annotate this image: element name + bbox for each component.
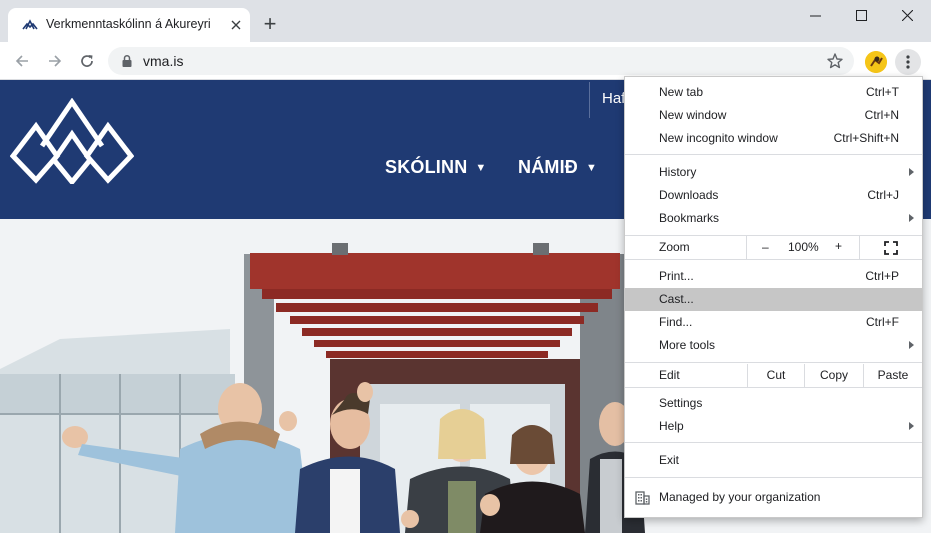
close-icon[interactable] xyxy=(228,17,244,33)
copy-button[interactable]: Copy xyxy=(804,364,863,387)
menu-incognito-label: New incognito window xyxy=(659,131,778,145)
chrome-menu: New tab Ctrl+T New window Ctrl+N New inc… xyxy=(624,76,923,518)
lock-icon[interactable] xyxy=(120,54,134,68)
menu-separator xyxy=(625,362,922,363)
nav-skolinn[interactable]: SKÓLINN ▼ xyxy=(385,157,487,178)
menu-new-tab-label: New tab xyxy=(659,85,704,99)
menu-print-shortcut: Ctrl+P xyxy=(865,269,899,283)
reload-icon[interactable] xyxy=(76,50,98,72)
menu-new-window-label: New window xyxy=(659,108,727,122)
menu-more-tools[interactable]: More tools xyxy=(625,334,922,357)
submenu-arrow-icon xyxy=(909,168,914,176)
minimize-icon[interactable] xyxy=(792,0,838,30)
menu-more-tools-label: More tools xyxy=(659,338,716,352)
extension-icon[interactable] xyxy=(865,51,887,73)
favicon-icon xyxy=(22,19,38,30)
fullscreen-button[interactable] xyxy=(859,236,922,259)
menu-managed-by-organization[interactable]: Managed by your organization xyxy=(625,486,922,509)
nav-namid[interactable]: NÁMIÐ ▼ xyxy=(518,157,597,178)
menu-print-label: Print... xyxy=(659,269,694,283)
menu-separator xyxy=(625,259,922,260)
browser-window: Verkmenntaskólinn á Akureyri + vma.is Ha… xyxy=(0,0,931,533)
zoom-out-button[interactable]: – xyxy=(762,240,769,254)
url-text: vma.is xyxy=(143,53,184,69)
menu-find-shortcut: Ctrl+F xyxy=(866,315,899,329)
menu-new-tab[interactable]: New tab Ctrl+T xyxy=(625,81,922,104)
menu-separator xyxy=(625,477,922,478)
menu-separator xyxy=(625,442,922,443)
back-icon[interactable] xyxy=(11,50,33,72)
menu-zoom-label: Zoom xyxy=(659,240,690,254)
menu-history-label: History xyxy=(659,165,697,179)
caret-down-icon: ▼ xyxy=(586,162,598,174)
building-icon xyxy=(635,491,650,505)
menu-settings-label: Settings xyxy=(659,396,703,410)
menu-downloads-label: Downloads xyxy=(659,188,719,202)
tab-strip: Verkmenntaskólinn á Akureyri + xyxy=(0,0,931,42)
nav-skolinn-label: SKÓLINN xyxy=(385,157,468,177)
vma-logo[interactable] xyxy=(10,98,134,184)
submenu-arrow-icon xyxy=(909,422,914,430)
menu-incognito-shortcut: Ctrl+Shift+N xyxy=(833,131,899,145)
menu-bookmarks-label: Bookmarks xyxy=(659,211,720,225)
fullscreen-icon xyxy=(884,241,898,255)
paste-button[interactable]: Paste xyxy=(863,364,922,387)
zoom-in-button[interactable]: + xyxy=(835,239,842,253)
cut-button[interactable]: Cut xyxy=(747,364,804,387)
menu-cast[interactable]: Cast... xyxy=(625,288,922,311)
menu-find[interactable]: Find... Ctrl+F xyxy=(625,311,922,334)
zoom-value: 100% xyxy=(788,240,819,254)
tab-title: Verkmenntaskólinn á Akureyri xyxy=(46,17,211,31)
menu-edit-label: Edit xyxy=(659,368,680,382)
menu-edit-row: Edit Cut Copy Paste xyxy=(625,364,922,387)
forward-icon[interactable] xyxy=(44,50,66,72)
menu-exit[interactable]: Exit xyxy=(625,449,922,472)
caret-down-icon: ▼ xyxy=(475,162,487,174)
star-icon[interactable] xyxy=(826,52,844,70)
tab-vma[interactable]: Verkmenntaskólinn á Akureyri xyxy=(8,8,250,42)
menu-new-window[interactable]: New window Ctrl+N xyxy=(625,104,922,127)
menu-exit-label: Exit xyxy=(659,453,680,467)
header-divider xyxy=(589,82,590,118)
maximize-icon[interactable] xyxy=(838,0,884,30)
menu-managed-label: Managed by your organization xyxy=(659,490,821,504)
menu-separator xyxy=(625,154,922,155)
kebab-menu-icon[interactable] xyxy=(895,49,921,75)
window-close-icon[interactable] xyxy=(884,0,930,30)
menu-settings[interactable]: Settings xyxy=(625,392,922,415)
menu-bookmarks[interactable]: Bookmarks xyxy=(625,207,922,230)
menu-history[interactable]: History xyxy=(625,161,922,184)
submenu-arrow-icon xyxy=(909,341,914,349)
menu-new-tab-shortcut: Ctrl+T xyxy=(866,85,899,99)
menu-print[interactable]: Print... Ctrl+P xyxy=(625,265,922,288)
submenu-arrow-icon xyxy=(909,214,914,222)
menu-separator xyxy=(625,387,922,388)
menu-zoom-row: Zoom – 100% + xyxy=(625,236,922,259)
nav-namid-label: NÁMIÐ xyxy=(518,157,578,177)
menu-new-incognito-window[interactable]: New incognito window Ctrl+Shift+N xyxy=(625,127,922,150)
browser-toolbar: vma.is xyxy=(0,42,931,80)
address-bar[interactable]: vma.is xyxy=(108,47,854,75)
menu-help-label: Help xyxy=(659,419,684,433)
menu-downloads[interactable]: Downloads Ctrl+J xyxy=(625,184,922,207)
menu-downloads-shortcut: Ctrl+J xyxy=(867,188,899,202)
menu-cast-label: Cast... xyxy=(659,292,694,306)
menu-new-window-shortcut: Ctrl+N xyxy=(864,108,899,122)
new-tab-button[interactable]: + xyxy=(259,13,281,35)
menu-find-label: Find... xyxy=(659,315,693,329)
menu-help[interactable]: Help xyxy=(625,415,922,438)
